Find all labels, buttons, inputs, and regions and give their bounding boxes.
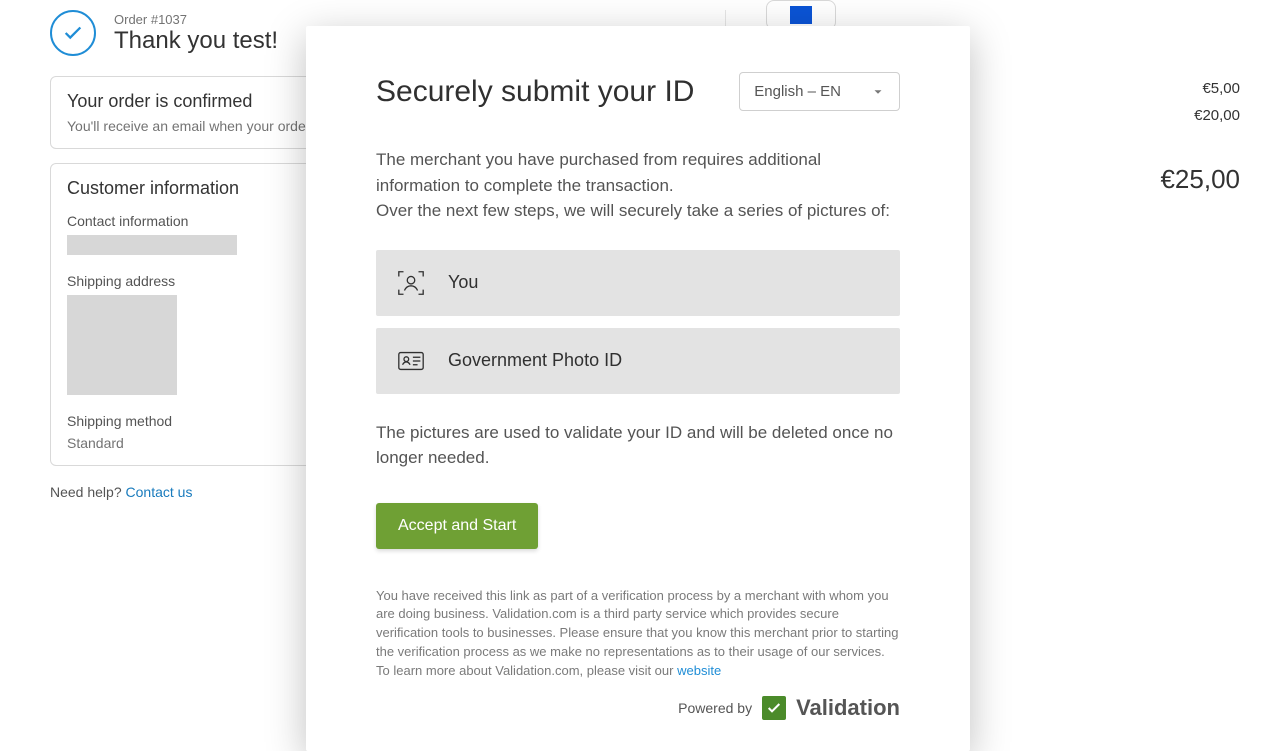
modal-title: Securely submit your ID bbox=[376, 75, 694, 109]
modal-intro: The merchant you have purchased from req… bbox=[376, 147, 900, 224]
chevron-down-icon bbox=[871, 85, 885, 99]
language-selected-label: English – EN bbox=[754, 83, 841, 100]
step-gov-id-label: Government Photo ID bbox=[448, 350, 622, 371]
help-text: Need help? bbox=[50, 484, 126, 500]
order-number: Order #1037 bbox=[114, 12, 278, 27]
powered-by: Powered by Validation bbox=[376, 695, 900, 721]
redacted-address bbox=[67, 295, 177, 395]
id-card-icon bbox=[396, 346, 426, 376]
selfie-icon bbox=[396, 268, 426, 298]
accept-and-start-button[interactable]: Accept and Start bbox=[376, 503, 538, 549]
step-you: You bbox=[376, 250, 900, 316]
step-you-label: You bbox=[448, 272, 478, 293]
redacted-contact bbox=[67, 235, 237, 255]
id-verification-modal: Securely submit your ID English – EN The… bbox=[306, 26, 970, 751]
validation-logo-icon bbox=[762, 696, 786, 720]
deletion-note: The pictures are used to validate your I… bbox=[376, 420, 900, 471]
powered-by-label: Powered by bbox=[678, 700, 752, 716]
validation-logo-text: Validation bbox=[796, 695, 900, 721]
language-select[interactable]: English – EN bbox=[739, 72, 900, 111]
thank-you-heading: Thank you test! bbox=[114, 27, 278, 55]
success-check-icon bbox=[50, 10, 96, 56]
contact-us-link[interactable]: Contact us bbox=[126, 484, 193, 500]
disclaimer-text: You have received this link as part of a… bbox=[376, 587, 900, 681]
step-gov-id: Government Photo ID bbox=[376, 328, 900, 394]
website-link[interactable]: website bbox=[677, 663, 721, 678]
